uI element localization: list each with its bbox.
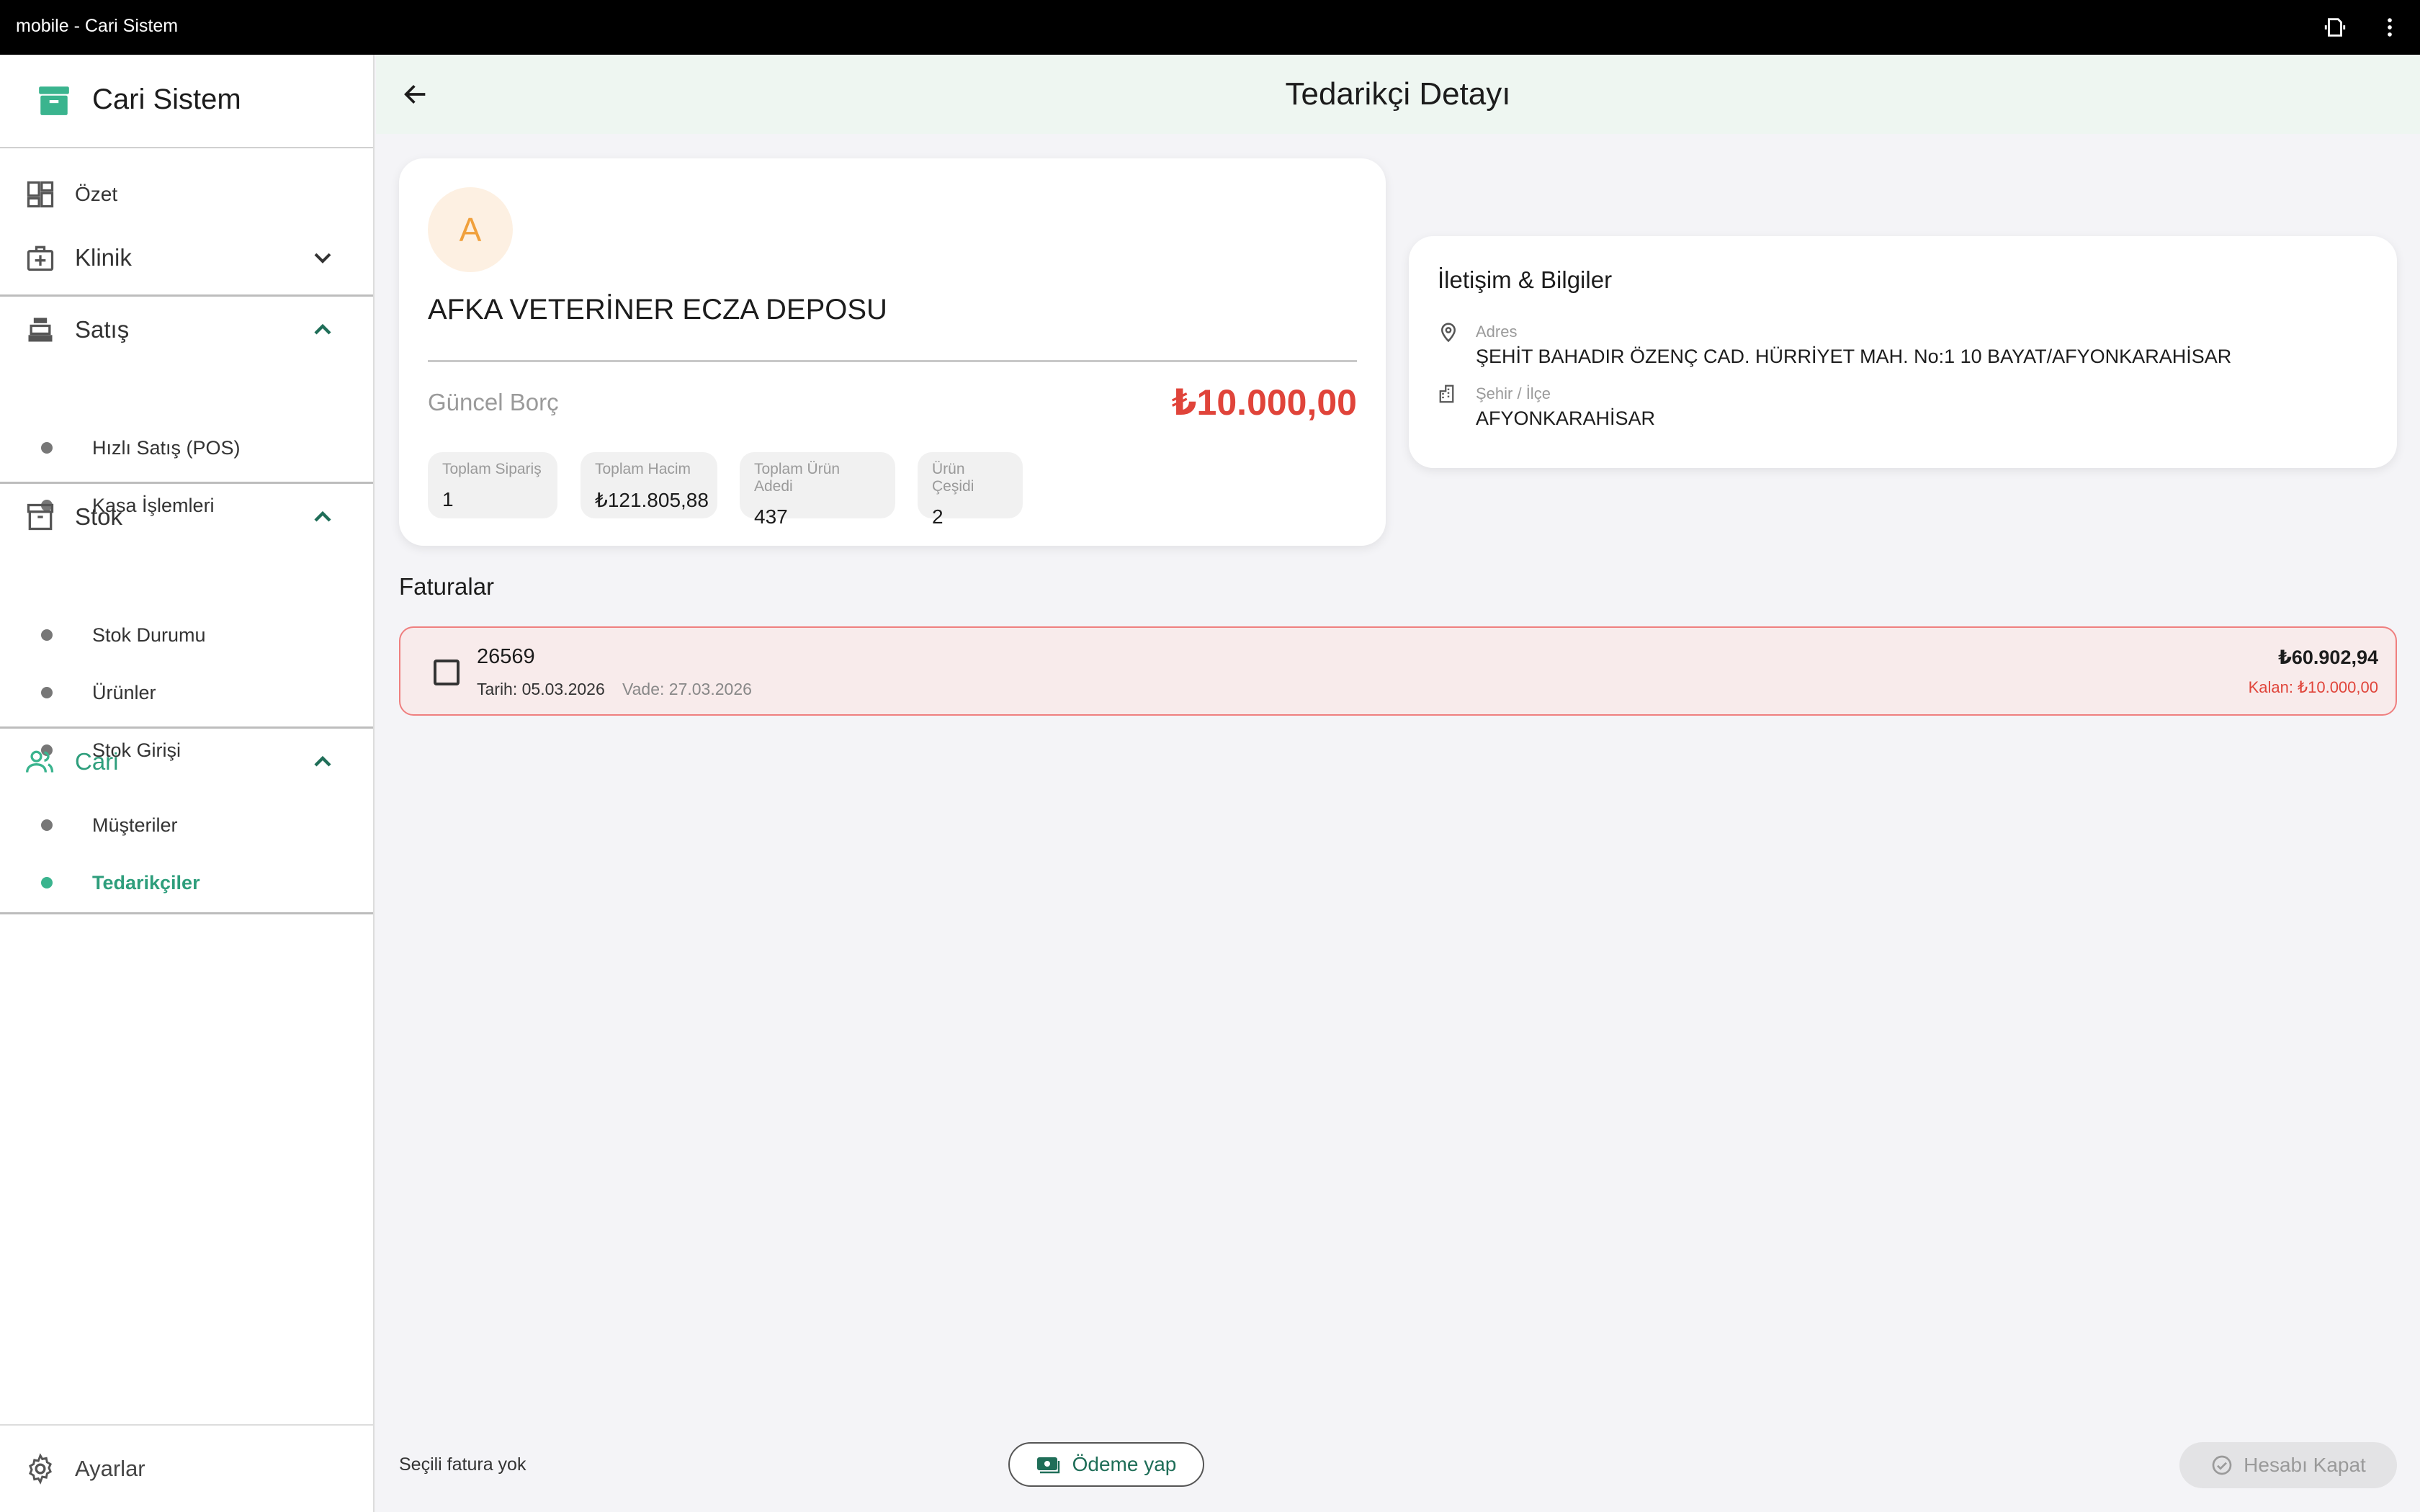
chevron-up-icon[interactable] <box>308 315 337 344</box>
avatar: A <box>428 187 513 272</box>
location-pin-icon <box>1440 323 1456 343</box>
stat-label: Ürün Çeşidi <box>932 461 974 495</box>
contact-card: İletişim & Bilgiler Adres ŞEHİT BAHADIR … <box>1409 236 2397 468</box>
rotate-icon[interactable] <box>2321 13 2349 42</box>
stat-value: 437 <box>754 505 788 528</box>
nav-settings[interactable]: Ayarlar <box>0 1424 373 1512</box>
bullet-dot <box>41 819 53 831</box>
app-bar: Tedarikçi Detayı <box>376 55 2420 134</box>
bullet-dot <box>41 629 53 641</box>
archive-logo-icon <box>39 86 69 115</box>
nav-stok[interactable]: Stok <box>0 488 373 546</box>
divider <box>0 482 373 484</box>
chevron-down-icon[interactable] <box>308 243 337 272</box>
stat-product-variety: Ürün Çeşidi 2 <box>918 452 1023 528</box>
check-circle-icon <box>2212 1455 2232 1475</box>
people-icon <box>26 750 54 773</box>
stat-label: Toplam Ürün Adedi <box>754 461 841 495</box>
supplier-name: AFKA VETERİNER ECZA DEPOSU <box>428 294 887 325</box>
nav-hizli-satis[interactable]: Hızlı Satış (POS) <box>0 419 373 477</box>
nav-musteriler[interactable]: Müşteriler <box>0 796 373 854</box>
invoice-date: Tarih: 05.03.2026 <box>477 680 605 698</box>
stat-total-quantity: Toplam Ürün Adedi 437 <box>740 452 895 528</box>
city-value: AFYONKARAHİSAR <box>1476 408 1656 429</box>
city-label: Şehir / İlçe <box>1476 384 1551 402</box>
pay-button-label: Ödeme yap <box>1072 1453 1177 1475</box>
stat-value: 1 <box>442 488 454 510</box>
stat-value: ₺121.805,88 <box>595 489 709 511</box>
debt-value: ₺10.000,00 <box>1171 382 1357 423</box>
nav-ozet-label: Özet <box>75 183 118 205</box>
cash-icon <box>1036 1457 1059 1474</box>
nav-urunler[interactable]: Ürünler <box>0 664 373 721</box>
supplier-card: A AFKA VETERİNER ECZA DEPOSU Güncel Borç… <box>399 158 1386 546</box>
stat-label: Toplam Hacim <box>595 461 691 477</box>
nav-cari[interactable]: Cari <box>0 733 373 791</box>
stat-value: 2 <box>932 505 944 528</box>
nav-tedarikciler-label: Tedarikçiler <box>92 871 200 894</box>
contact-title: İletişim & Bilgiler <box>1438 266 1613 293</box>
chevron-up-icon[interactable] <box>308 747 337 776</box>
nav-stok-durumu[interactable]: Stok Durumu <box>0 606 373 664</box>
nav-settings-label: Ayarlar <box>75 1456 145 1481</box>
stat-label: Toplam Sipariş <box>442 461 542 477</box>
invoice-row[interactable]: 26569 Tarih: 05.03.2026 Vade: 27.03.2026… <box>399 626 2397 716</box>
bullet-dot <box>41 442 53 454</box>
nav-hizli-satis-label: Hızlı Satış (POS) <box>92 436 241 459</box>
chevron-up-icon[interactable] <box>308 503 337 531</box>
bullet-dot <box>41 877 53 888</box>
window-title: mobile - Cari Sistem <box>16 16 179 36</box>
nav-stok-durumu-label: Stok Durumu <box>92 624 206 646</box>
nav-ozet[interactable]: Özet <box>0 166 373 223</box>
divider <box>428 360 1357 362</box>
bullet-dot <box>41 687 53 698</box>
address-label: Adres <box>1476 323 1518 341</box>
page-title: Tedarikçi Detayı <box>1285 76 1511 112</box>
gear-icon <box>29 1453 52 1485</box>
sidebar: Cari Sistem Özet Klinik Satış Hızlı Satı… <box>0 55 375 1512</box>
close-account-button[interactable]: Hesabı Kapat <box>2179 1442 2397 1488</box>
brand-name: Cari Sistem <box>92 84 241 115</box>
nav-cari-label: Cari <box>75 748 119 775</box>
nav-stok-label: Stok <box>75 503 123 530</box>
debt-label: Güncel Borç <box>428 389 559 415</box>
selected-invoices-text: Seçili fatura yok <box>399 1454 526 1475</box>
window-titlebar: mobile - Cari Sistem <box>0 0 2420 55</box>
more-vert-icon[interactable] <box>2375 13 2404 42</box>
nav-musteriler-label: Müşteriler <box>92 814 178 836</box>
stat-total-orders: Toplam Sipariş 1 <box>428 452 557 518</box>
nav-klinik-label: Klinik <box>75 244 132 271</box>
brand: Cari Sistem <box>0 55 373 148</box>
medical-bag-icon <box>27 246 54 271</box>
invoice-total: ₺60.902,94 <box>2278 647 2378 668</box>
address-value: ŞEHİT BAHADIR ÖZENÇ CAD. HÜRRİYET MAH. N… <box>1476 346 2232 367</box>
invoice-remaining: Kalan: ₺10.000,00 <box>2248 678 2378 696</box>
pay-button[interactable]: Ödeme yap <box>1008 1442 1204 1487</box>
invoice-due: Vade: 27.03.2026 <box>622 680 752 698</box>
dashboard-icon <box>27 181 54 208</box>
archive-icon <box>27 503 54 531</box>
nav-klinik[interactable]: Klinik <box>0 229 373 287</box>
cash-register-icon <box>28 318 53 342</box>
divider <box>0 726 373 729</box>
nav-urunler-label: Ürünler <box>92 681 156 703</box>
nav-satis[interactable]: Satış <box>0 301 373 359</box>
close-account-label: Hesabı Kapat <box>2244 1454 2366 1476</box>
invoice-checkbox[interactable] <box>434 660 460 685</box>
nav-tedarikciler[interactable]: Tedarikçiler <box>0 854 373 912</box>
stat-total-volume: Toplam Hacim ₺121.805,88 <box>581 452 717 518</box>
invoice-number: 26569 <box>477 645 535 668</box>
nav-satis-label: Satış <box>75 316 130 343</box>
city-building-icon <box>1439 384 1454 403</box>
divider <box>0 294 373 297</box>
invoices-title: Faturalar <box>399 573 495 600</box>
divider <box>0 912 373 914</box>
